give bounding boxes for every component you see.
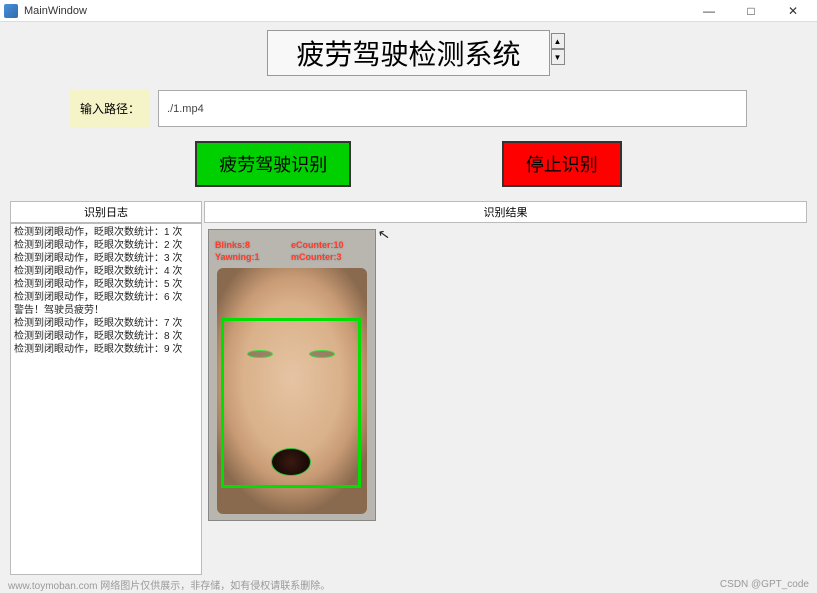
minimize-button[interactable]: — — [689, 1, 729, 21]
close-button[interactable]: ✕ — [773, 1, 813, 21]
overlay-mcounter: mCounter:3 — [291, 252, 342, 262]
log-line: 检测到闭眼动作，眨眼次数统计：1 次 — [14, 226, 198, 239]
overlay-yawning: Yawning:1 — [215, 252, 260, 262]
window-title: MainWindow — [24, 5, 689, 17]
title-spinner: ▲ ▼ — [551, 33, 565, 65]
log-panel: 检测到闭眼动作，眨眼次数统计：1 次 检测到闭眼动作，眨眼次数统计：2 次 检测… — [10, 223, 202, 575]
log-line: 警告！驾驶员疲劳！ — [14, 304, 198, 317]
result-panel: Blinks:8 Yawning:1 eCounter:10 mCounter:… — [208, 223, 807, 575]
app-title-row: 疲劳驾驶检测系统 ▲ ▼ — [10, 30, 807, 76]
window-controls: — □ ✕ — [689, 1, 813, 21]
log-line: 检测到闭眼动作，眨眼次数统计：8 次 — [14, 330, 198, 343]
input-row: 输入路径： — [70, 90, 747, 127]
tab-result[interactable]: 识别结果 — [204, 201, 807, 223]
log-line: 检测到闭眼动作，眨眼次数统计：7 次 — [14, 317, 198, 330]
spinner-down-icon[interactable]: ▼ — [551, 49, 565, 65]
maximize-button[interactable]: □ — [731, 1, 771, 21]
eye-left-marker — [247, 350, 273, 358]
overlay-blinks: Blinks:8 — [215, 240, 250, 250]
log-line: 检测到闭眼动作，眨眼次数统计：9 次 — [14, 343, 198, 356]
log-line: 检测到闭眼动作，眨眼次数统计：2 次 — [14, 239, 198, 252]
footer-right: CSDN @GPT_code — [720, 579, 809, 590]
eye-right-marker — [309, 350, 335, 358]
footer-left: www.toymoban.com 网络图片仅供展示，非存储，如有侵权请联系删除。 — [8, 577, 330, 592]
app-title: 疲劳驾驶检测系统 ▲ ▼ — [267, 30, 549, 76]
button-row: 疲劳驾驶识别 停止识别 — [10, 141, 807, 187]
spinner-up-icon[interactable]: ▲ — [551, 33, 565, 49]
titlebar: MainWindow — □ ✕ — [0, 0, 817, 22]
video-frame: Blinks:8 Yawning:1 eCounter:10 mCounter:… — [208, 229, 376, 521]
log-line: 检测到闭眼动作，眨眼次数统计：5 次 — [14, 278, 198, 291]
path-label: 输入路径： — [70, 90, 150, 127]
log-line: 检测到闭眼动作，眨眼次数统计：3 次 — [14, 252, 198, 265]
path-input[interactable] — [158, 90, 747, 127]
log-line: 检测到闭眼动作，眨眼次数统计：6 次 — [14, 291, 198, 304]
app-icon — [4, 4, 18, 18]
log-line: 检测到闭眼动作，眨眼次数统计：4 次 — [14, 265, 198, 278]
stop-button[interactable]: 停止识别 — [502, 141, 622, 187]
main-content: 疲劳驾驶检测系统 ▲ ▼ 输入路径： 疲劳驾驶识别 停止识别 识别日志 识别结果… — [0, 22, 817, 575]
overlay-ecounter: eCounter:10 — [291, 240, 344, 250]
panels-body: 检测到闭眼动作，眨眼次数统计：1 次 检测到闭眼动作，眨眼次数统计：2 次 检测… — [10, 223, 807, 575]
recognize-button[interactable]: 疲劳驾驶识别 — [195, 141, 351, 187]
app-title-text: 疲劳驾驶检测系统 — [296, 40, 520, 71]
mouth-marker — [271, 448, 311, 476]
footer: www.toymoban.com 网络图片仅供展示，非存储，如有侵权请联系删除。… — [0, 575, 817, 593]
panels-header: 识别日志 识别结果 — [10, 201, 807, 223]
tab-log[interactable]: 识别日志 — [10, 201, 202, 223]
